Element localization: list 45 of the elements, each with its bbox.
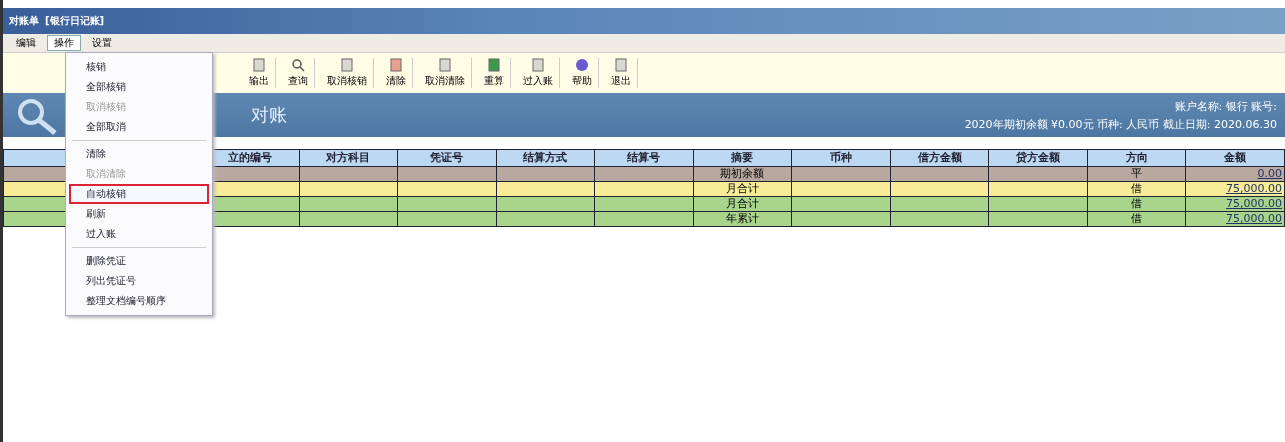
column-header: 摘要 (693, 149, 792, 167)
column-header: 金额 (1185, 149, 1285, 167)
menu-item[interactable]: 全部取消 (66, 117, 212, 137)
toolbar-button[interactable]: 取消清除 (419, 58, 472, 88)
document-icon (252, 58, 266, 72)
column-header: 币种 (791, 149, 891, 167)
document-icon (438, 58, 452, 72)
column-header: 对方科目 (299, 149, 398, 167)
menu-item[interactable]: 核销 (66, 57, 212, 77)
account-info: 账户名称: 银行 账号: (1174, 98, 1277, 114)
menu-bar-item[interactable]: 编辑 (9, 35, 43, 51)
column-header: 结算方式 (496, 149, 595, 167)
column-header: 方向 (1087, 149, 1186, 167)
toolbar-button[interactable]: 输出 (243, 58, 276, 88)
window-subtitle: [银行日记账] (45, 14, 105, 28)
toolbar-button[interactable]: 查询 (282, 58, 315, 88)
column-header: 贷方金额 (988, 149, 1088, 167)
toolbar-button[interactable]: 重算 (478, 58, 511, 88)
period-info: 2020年期初余额 ¥0.00元 币种: 人民币 截止日期: 2020.06.30 (964, 116, 1277, 132)
menu-item[interactable]: 整理文档编号顺序 (66, 291, 212, 311)
document-icon (340, 58, 354, 72)
toolbar-button[interactable]: 清除 (380, 58, 413, 88)
menu-bar-item[interactable]: 操作 (47, 35, 81, 51)
column-header: 凭证号 (397, 149, 497, 167)
document-icon (614, 58, 628, 72)
column-header: 借方金额 (890, 149, 989, 167)
page-title: 对账 (251, 103, 287, 127)
toolbar-button[interactable]: 帮助 (566, 58, 599, 88)
toolbar-button[interactable]: 过入账 (517, 58, 560, 88)
toolbar-button[interactable]: 退出 (605, 58, 638, 88)
document-icon (487, 58, 501, 72)
menu-item[interactable]: 列出凭证号 (66, 271, 212, 291)
toolbar-button[interactable]: 取消核销 (321, 58, 374, 88)
document-icon (531, 58, 545, 72)
menu-item[interactable]: 刷新 (66, 204, 212, 224)
menu-item[interactable]: 删除凭证 (66, 251, 212, 271)
menu-item[interactable]: 自动核销 (69, 184, 209, 204)
help-icon (575, 58, 589, 72)
menu-item[interactable]: 过入账 (66, 224, 212, 244)
document-icon (389, 58, 403, 72)
menu-bar-item[interactable]: 设置 (85, 35, 119, 51)
column-header: 结算号 (594, 149, 694, 167)
menu-item[interactable]: 全部核销 (66, 77, 212, 97)
search-icon (291, 58, 305, 72)
window-title: 对账单 (9, 14, 39, 28)
